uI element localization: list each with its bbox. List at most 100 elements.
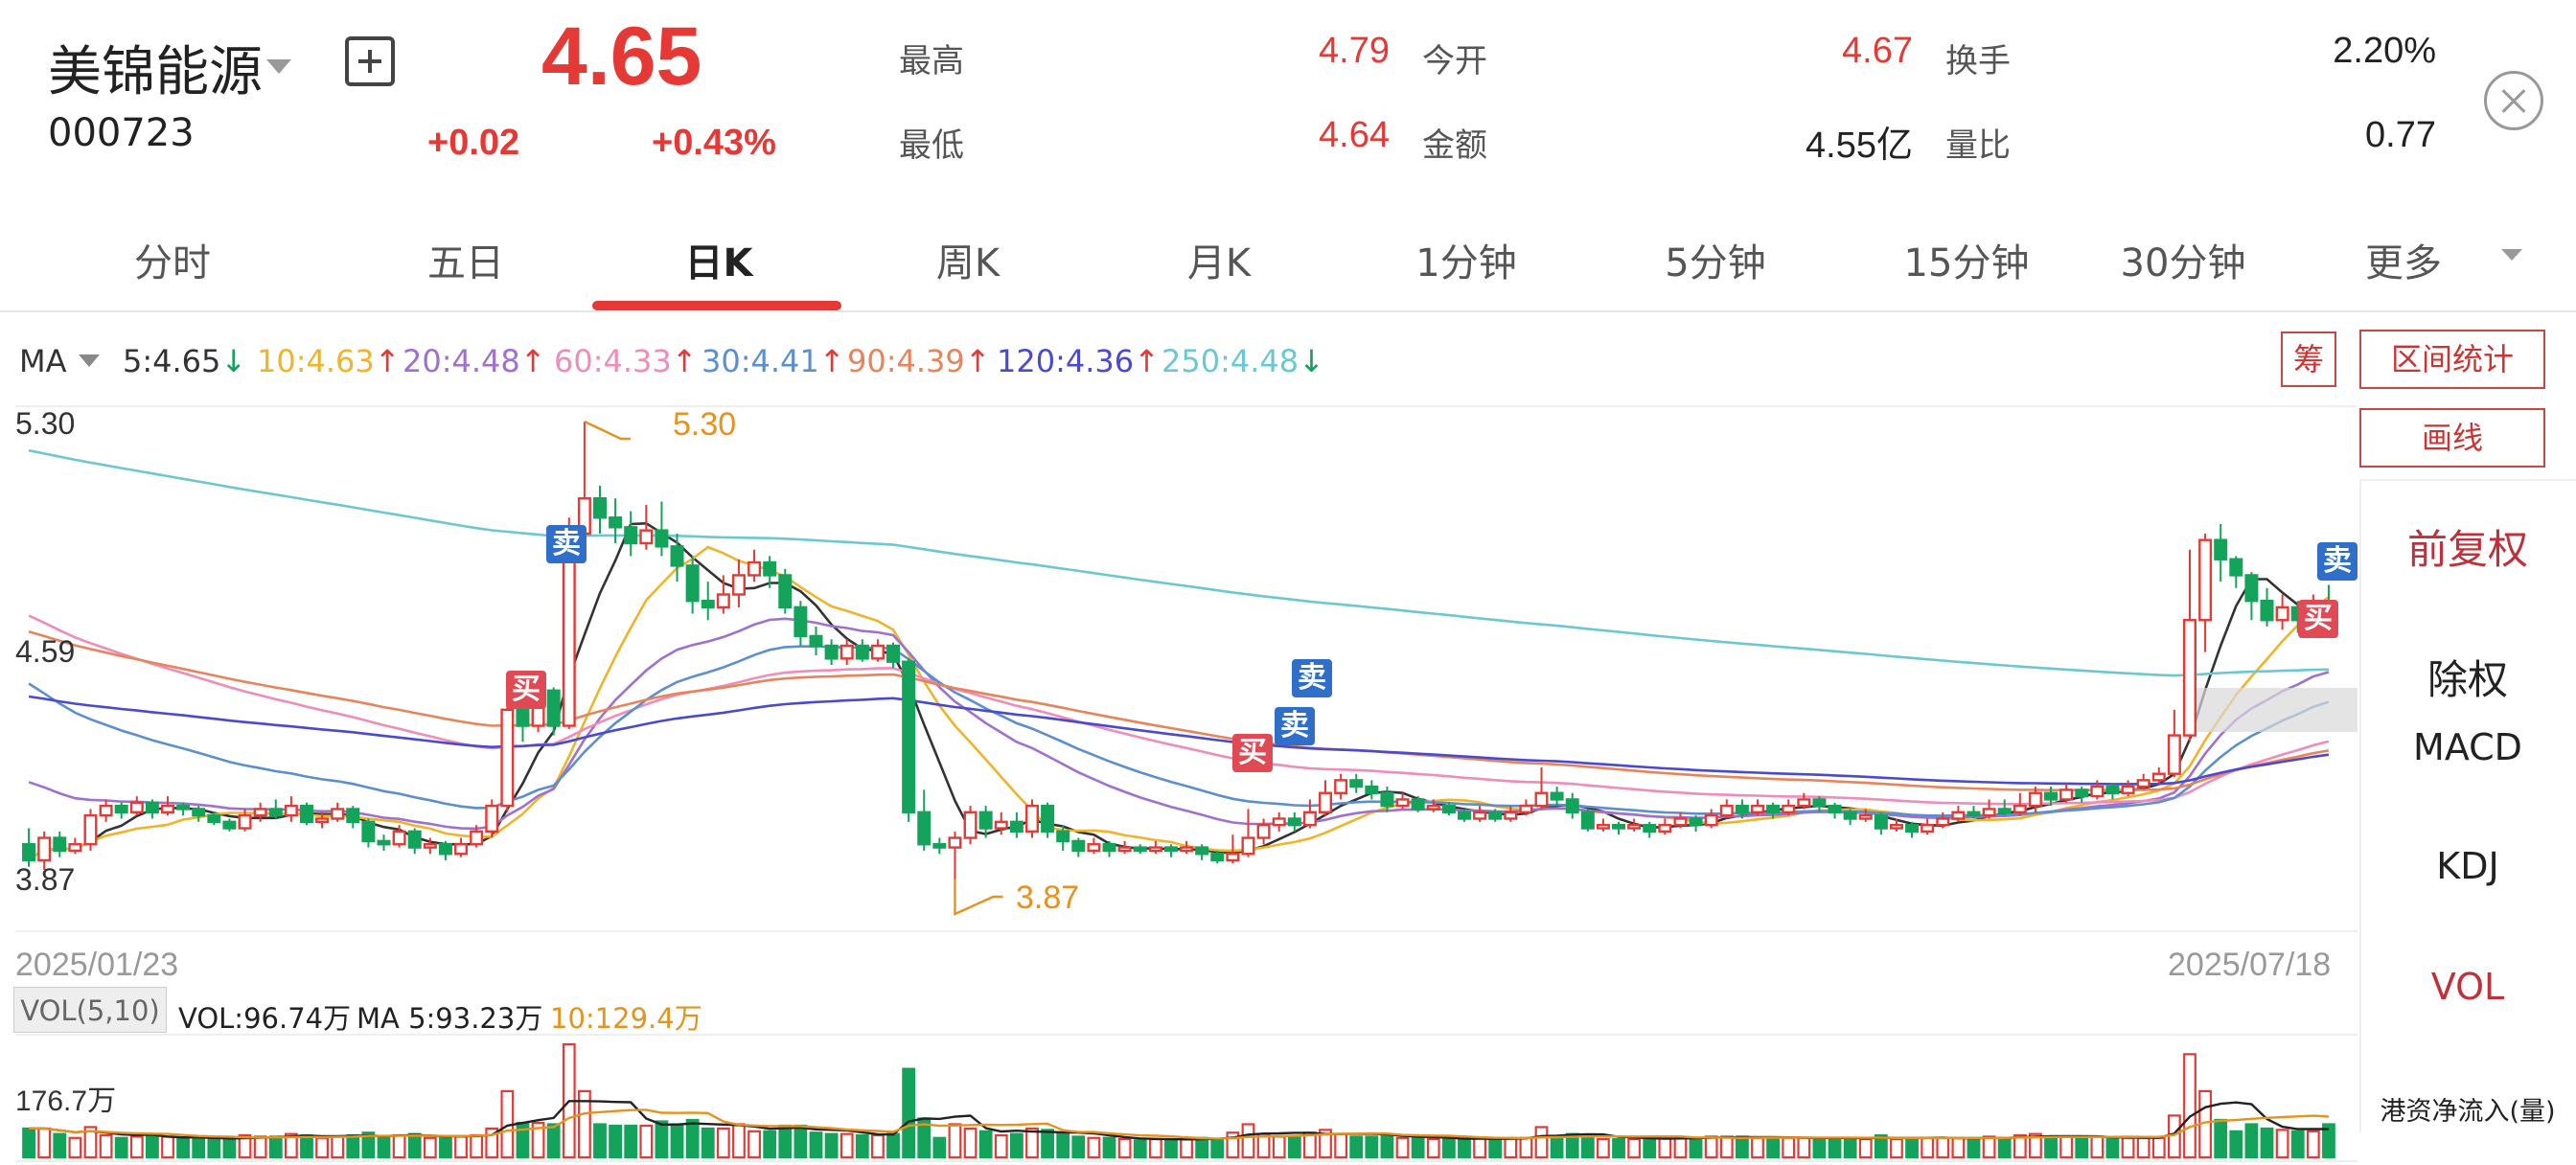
vol-y-axis-label: 176.7万	[15, 1085, 117, 1117]
sell-signal-marker[interactable]: 卖	[546, 525, 586, 563]
cost-zone-band	[2190, 688, 2358, 732]
candle-body	[331, 808, 345, 820]
candle-body	[2275, 605, 2289, 622]
volume-bar	[1195, 1136, 1209, 1159]
volume-bar	[2044, 1135, 2058, 1159]
candle-body	[1272, 817, 1286, 827]
candle-body	[731, 574, 746, 596]
volume-bar	[1041, 1129, 1054, 1159]
sell-signal-marker[interactable]: 卖	[1275, 707, 1315, 745]
candle-body	[1056, 830, 1070, 843]
candle-body	[1612, 823, 1626, 830]
candle-body	[1117, 846, 1132, 853]
volume-bar	[207, 1137, 221, 1159]
volume-bar	[1797, 1136, 1811, 1159]
candle-body	[377, 839, 391, 846]
volume-bar	[129, 1135, 144, 1159]
candle-body	[2260, 599, 2274, 622]
candle-body	[83, 813, 98, 846]
candle-body	[1426, 804, 1440, 811]
candle-body	[1920, 823, 1935, 834]
candle-body	[701, 599, 715, 609]
candle-body	[1319, 791, 1333, 814]
candle-body	[176, 804, 191, 811]
candle-body	[145, 801, 159, 814]
volume-bar	[516, 1121, 530, 1159]
volume-bar	[37, 1127, 52, 1159]
kline-chart[interactable]	[0, 0, 2576, 1165]
volume-bar	[377, 1136, 391, 1159]
volume-bar	[1689, 1136, 1703, 1159]
candle-body	[1210, 853, 1225, 862]
volume-bar	[176, 1137, 191, 1159]
buy-signal-marker[interactable]: 买	[1232, 734, 1273, 772]
volume-bar	[192, 1136, 206, 1159]
volume-bar	[1148, 1137, 1162, 1159]
candle-body	[670, 545, 684, 567]
candle-body	[978, 811, 993, 830]
candle-body	[748, 560, 762, 577]
volume-bar	[1643, 1136, 1657, 1159]
candle-body	[902, 660, 916, 814]
volume-bar	[1704, 1135, 1718, 1159]
volume-bar	[1782, 1136, 1796, 1159]
volume-bar	[1673, 1136, 1688, 1159]
volume-bar	[1426, 1137, 1440, 1159]
volume-bar	[1966, 1137, 1981, 1159]
volume-bar	[809, 1131, 823, 1159]
candle-body	[1148, 846, 1162, 853]
candle-body	[1843, 811, 1857, 820]
candle-body	[1766, 804, 1781, 814]
vol-indicator-badge[interactable]: VOL(5,10)	[13, 987, 167, 1033]
candle-body	[207, 813, 221, 824]
candle-body	[346, 808, 360, 824]
candle-body	[485, 804, 499, 834]
buy-signal-marker[interactable]: 买	[2298, 600, 2338, 638]
candle-body	[1905, 823, 1920, 834]
candle-body	[1658, 823, 1672, 834]
candle-body	[238, 813, 252, 830]
volume-bar	[1395, 1136, 1410, 1159]
candle-body	[2028, 791, 2042, 808]
candle-body	[1256, 823, 1271, 839]
candle-body	[361, 820, 376, 843]
candle-body	[1719, 804, 1734, 817]
candle-body	[1395, 798, 1410, 808]
volume-bar	[716, 1127, 730, 1159]
volume-bar	[2306, 1130, 2320, 1159]
volume-bar	[1071, 1135, 1086, 1159]
volume-bar	[855, 1133, 869, 1159]
volume-bar	[994, 1133, 1008, 1159]
candle-body	[1951, 811, 1966, 820]
candle-body	[1041, 804, 1055, 834]
volume-bar	[331, 1135, 345, 1159]
volume-bar	[1087, 1136, 1101, 1159]
candle-body	[763, 560, 777, 577]
candle-body	[2075, 788, 2089, 798]
volume-bar	[1936, 1136, 1950, 1159]
candle-body	[1889, 823, 1903, 830]
sell-signal-marker[interactable]: 卖	[2317, 542, 2358, 581]
candle-body	[192, 808, 206, 817]
volume-bar	[1287, 1135, 1301, 1159]
volume-bar	[824, 1132, 839, 1159]
candle-body	[438, 843, 452, 856]
volume-bar	[685, 1118, 700, 1159]
candle-body	[1024, 804, 1039, 834]
candle-body	[1580, 811, 1595, 830]
candle-body	[809, 634, 823, 648]
volume-bar	[1473, 1136, 1486, 1159]
candle-body	[1009, 820, 1024, 834]
candle-body	[1966, 811, 1981, 817]
buy-signal-marker[interactable]: 买	[506, 671, 546, 709]
candle-body	[1673, 817, 1688, 827]
vol-ma5-value: MA 5:93.23万	[356, 1002, 543, 1035]
volume-bar	[222, 1137, 237, 1159]
volume-bar	[1828, 1136, 1842, 1159]
candle-body	[1982, 808, 1996, 817]
candle-body	[917, 811, 932, 846]
volume-bar	[1349, 1135, 1364, 1159]
candle-body	[1302, 811, 1317, 827]
sell-signal-marker[interactable]: 卖	[1292, 659, 1332, 697]
candle-body	[1411, 798, 1425, 811]
